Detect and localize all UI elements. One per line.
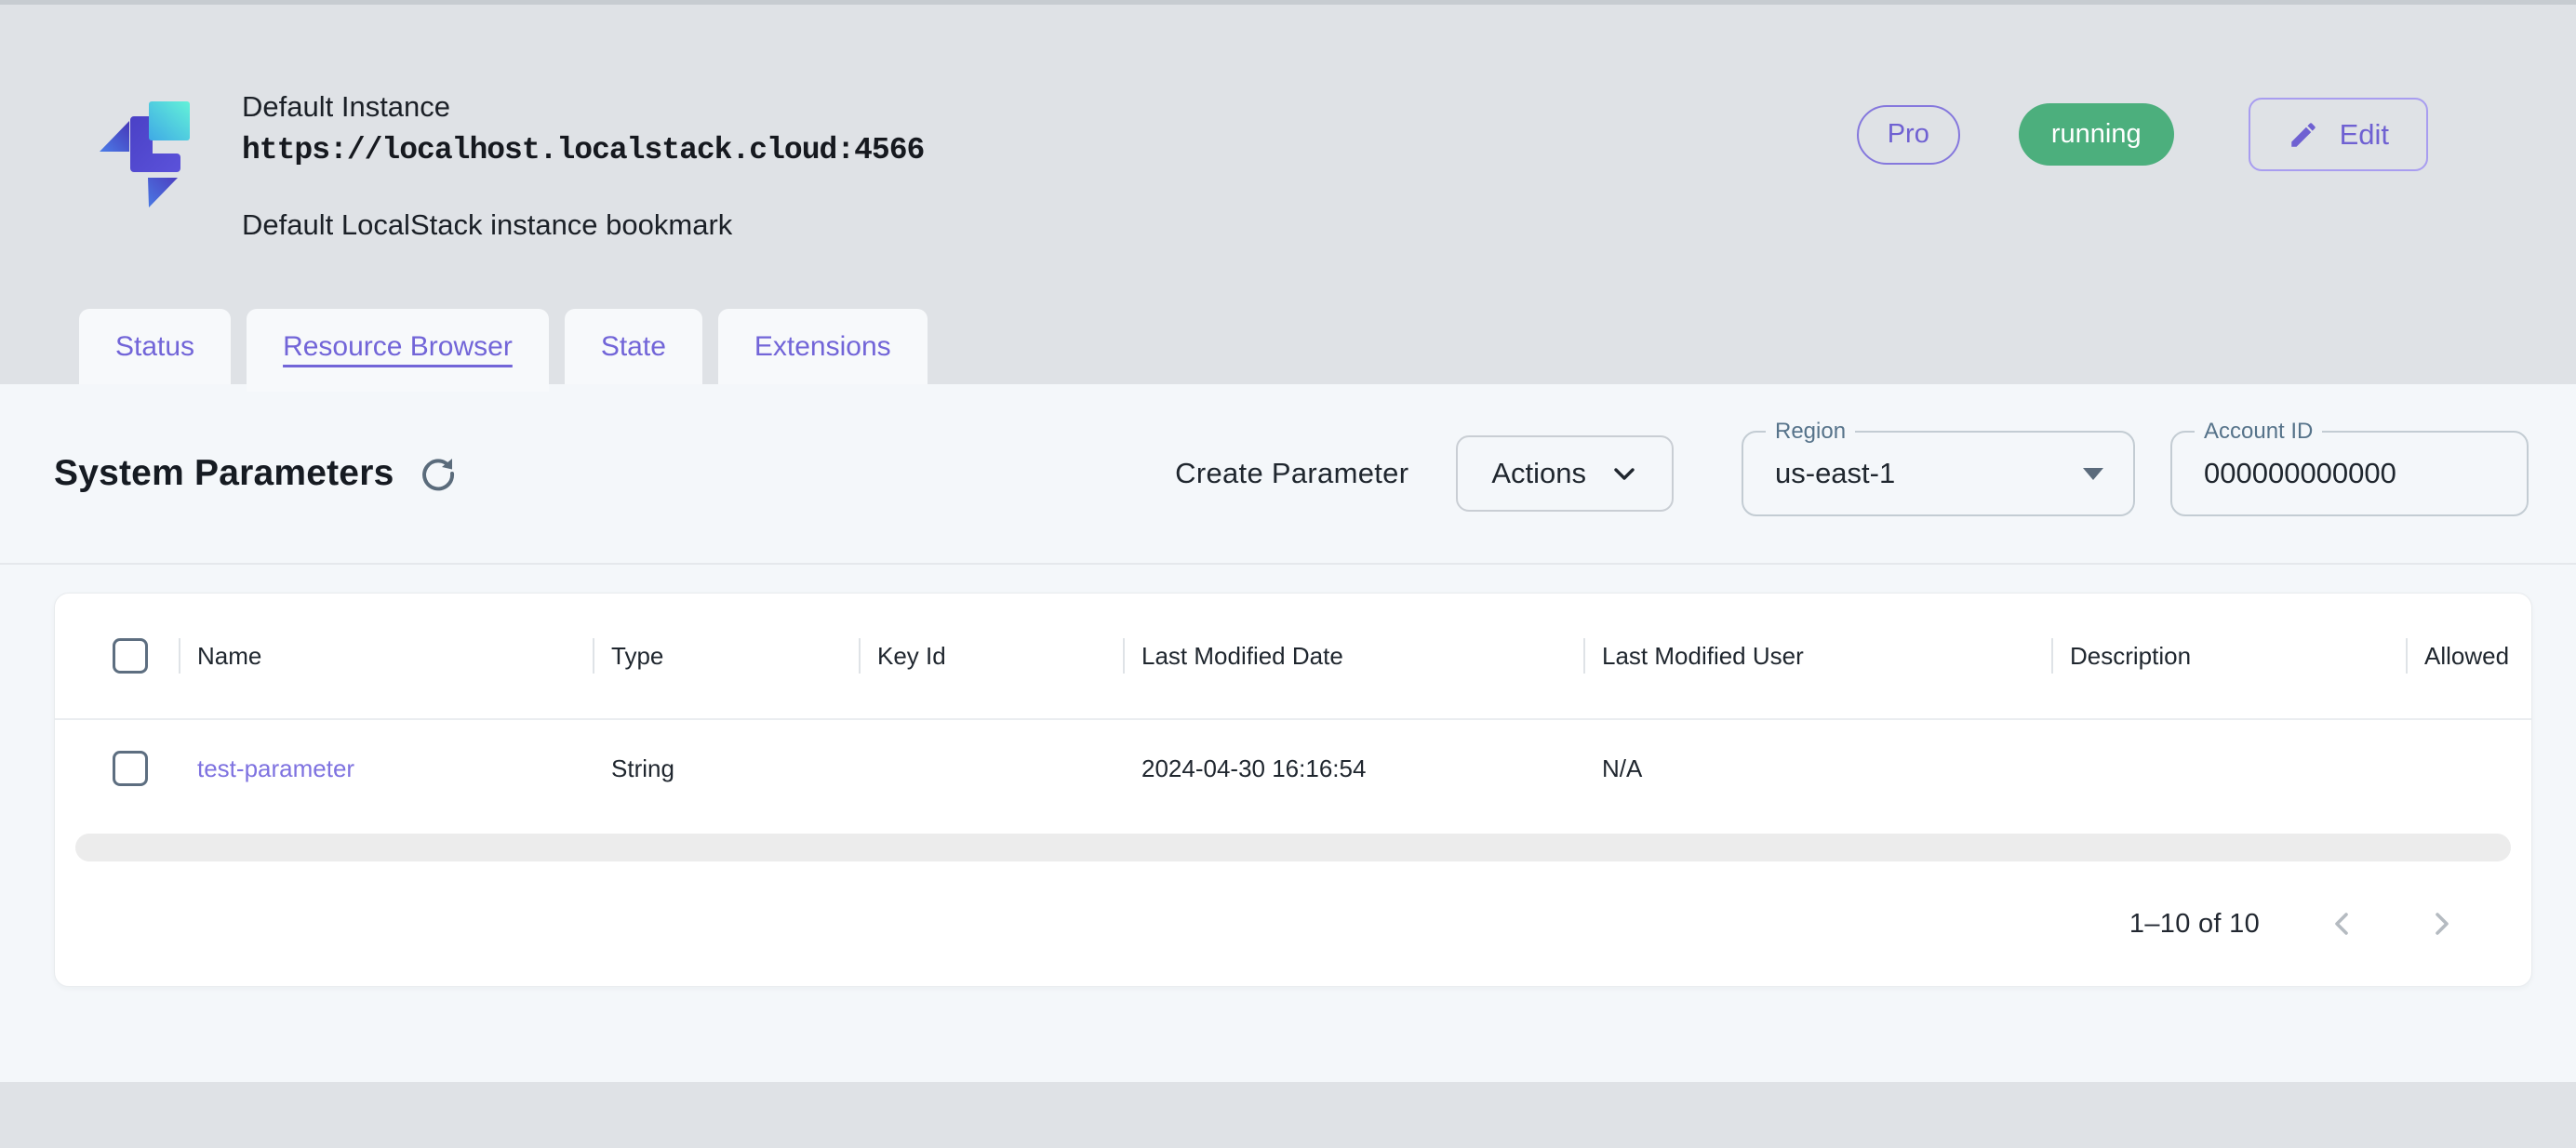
refresh-button[interactable] [419, 454, 458, 493]
parameter-name-link[interactable]: test-parameter [197, 754, 354, 783]
tab-label: Resource Browser [283, 331, 513, 370]
chevron-right-icon [2425, 908, 2457, 940]
column-divider [2406, 638, 2408, 674]
instance-url: https://localhost.localstack.cloud:4566 [242, 133, 924, 167]
row-checkbox[interactable] [113, 751, 148, 786]
page-title: System Parameters [54, 453, 394, 494]
table-row: test-parameter String 2024-04-30 16:16:5… [55, 720, 2532, 817]
region-value: us-east-1 [1743, 457, 1895, 490]
pagination-range: 1–10 of 10 [2129, 909, 2260, 940]
instance-header: Default Instance https://localhost.local… [0, 5, 2576, 242]
previous-page-button[interactable] [2327, 908, 2358, 940]
column-header-description: Description [2051, 638, 2406, 674]
tab-resource-browser[interactable]: Resource Browser [247, 309, 549, 392]
tab-extensions[interactable]: Extensions [718, 309, 928, 384]
region-label: Region [1766, 418, 1855, 446]
select-all-checkbox[interactable] [113, 638, 148, 674]
column-header-last-modified-user: Last Modified User [1583, 638, 2051, 674]
cell-type: String [593, 754, 859, 783]
chevron-down-icon [1610, 460, 1638, 487]
parameters-table-card: Name Type Key Id Last Modified Date Last… [54, 593, 2532, 987]
localstack-logo-icon [87, 96, 211, 224]
cell-last-modified-user: N/A [1583, 754, 2051, 783]
tab-label: State [601, 331, 666, 363]
chevron-left-icon [2327, 908, 2358, 940]
page-bottom-margin [0, 1137, 2576, 1148]
column-divider [179, 638, 180, 674]
resource-toolbar: System Parameters Create Parameter Actio… [0, 384, 2576, 565]
status-badge: running [2019, 103, 2174, 166]
pencil-icon [2288, 119, 2319, 151]
column-header-last-modified-date: Last Modified Date [1123, 638, 1583, 674]
account-id-field: Account ID [2170, 431, 2529, 516]
tab-state[interactable]: State [565, 309, 702, 384]
column-divider [2051, 638, 2053, 674]
edit-button[interactable]: Edit [2249, 98, 2428, 171]
horizontal-scrollbar[interactable] [75, 834, 2511, 861]
tab-status[interactable]: Status [79, 309, 231, 384]
region-select[interactable]: Region us-east-1 [1742, 431, 2135, 516]
refresh-icon [419, 454, 458, 493]
cell-last-modified-date: 2024-04-30 16:16:54 [1123, 754, 1583, 783]
resource-browser-panel: System Parameters Create Parameter Actio… [0, 384, 2576, 1082]
pro-badge: Pro [1857, 105, 1960, 165]
column-divider [1583, 638, 1585, 674]
column-header-key-id: Key Id [859, 638, 1123, 674]
instance-description: Default LocalStack instance bookmark [242, 208, 924, 242]
account-id-label: Account ID [2195, 418, 2322, 446]
create-parameter-button[interactable]: Create Parameter [1175, 457, 1408, 490]
column-header-type: Type [593, 638, 859, 674]
instance-title: Default Instance [242, 90, 924, 124]
tab-label: Status [115, 331, 194, 363]
column-header-allowed: Allowed [2406, 638, 2532, 674]
table-header-row: Name Type Key Id Last Modified Date Last… [55, 594, 2532, 720]
column-divider [593, 638, 594, 674]
tab-label: Extensions [754, 331, 891, 363]
instance-tabs: Status Resource Browser State Extensions [0, 309, 2576, 384]
pagination-bar: 1–10 of 10 [55, 861, 2531, 986]
column-divider [1123, 638, 1125, 674]
column-header-name: Name [179, 638, 593, 674]
next-page-button[interactable] [2425, 908, 2457, 940]
edit-button-label: Edit [2340, 118, 2389, 152]
actions-label: Actions [1491, 457, 1586, 490]
dropdown-arrow-icon [2081, 465, 2105, 482]
actions-dropdown-button[interactable]: Actions [1456, 435, 1674, 512]
column-divider [859, 638, 861, 674]
